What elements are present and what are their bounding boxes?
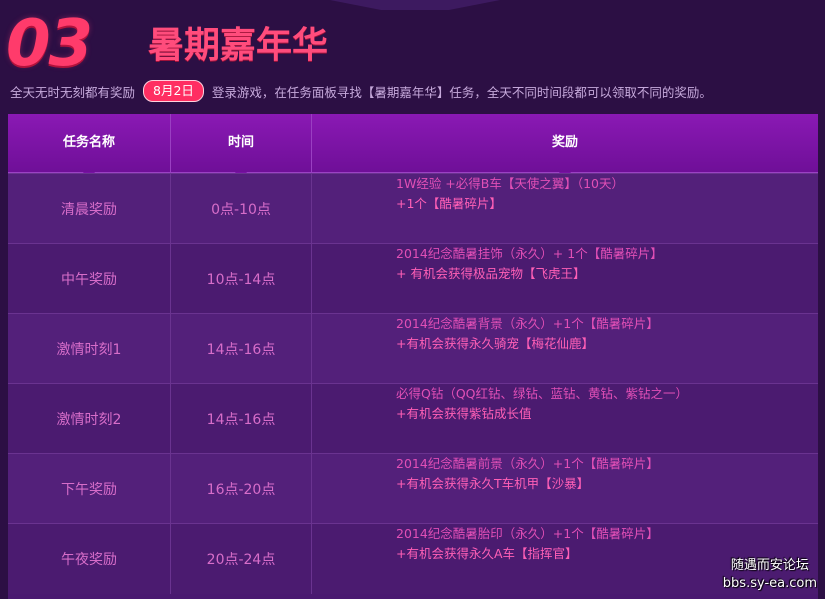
table-row: 中午奖励 10点-14点 2014纪念酷暑挂饰（永久）+ 1个【酷暑碎片】 + …: [8, 243, 818, 314]
task-reward: 必得Q钻（QQ红钻、绿钻、蓝钻、黄钻、紫钻之一） +有机会获得紫钻成长值: [312, 384, 812, 454]
reward-table: 任务名称 时间 奖励 清晨奖励 0点-10点 1W经验 +必得B车【天使之翼】（…: [8, 114, 818, 599]
reward-line: 必得Q钻（QQ红钻、绿钻、蓝钻、黄钻、紫钻之一）: [396, 386, 689, 401]
header-task-name: 任务名称: [8, 114, 171, 181]
task-reward: 1W经验 +必得B车【天使之翼】（10天） +1个【酷暑碎片】: [312, 174, 812, 244]
reward-line: 1W经验 +必得B车【天使之翼】（10天）: [396, 176, 624, 191]
header-time: 时间: [171, 114, 312, 181]
top-notch-decoration: [330, 0, 500, 10]
task-time: 10点-14点: [171, 244, 312, 314]
task-reward: 2014纪念酷暑挂饰（永久）+ 1个【酷暑碎片】 + 有机会获得极品宠物【飞虎王…: [312, 244, 812, 314]
reward-line: 2014纪念酷暑胎印（永久）+1个【酷暑碎片】: [396, 526, 659, 541]
task-reward: 2014纪念酷暑前景（永久）+1个【酷暑碎片】 +有机会获得永久T车机甲【沙暴】: [312, 454, 812, 524]
table-row: 午夜奖励 20点-24点 2014纪念酷暑胎印（永久）+1个【酷暑碎片】 +有机…: [8, 523, 818, 594]
reward-line: 2014纪念酷暑挂饰（永久）+ 1个【酷暑碎片】: [396, 246, 663, 261]
reward-line: +有机会获得永久A车【指挥官】: [396, 546, 578, 561]
task-time: 14点-16点: [171, 384, 312, 454]
watermark-url: bbs.sy-ea.com: [722, 576, 817, 591]
section-title: 暑期嘉年华: [148, 25, 329, 66]
task-name: 激情时刻1: [8, 314, 171, 384]
table-row: 清晨奖励 0点-10点 1W经验 +必得B车【天使之翼】（10天） +1个【酷暑…: [8, 173, 818, 244]
reward-line: 2014纪念酷暑背景（永久）+1个【酷暑碎片】: [396, 316, 659, 331]
task-time: 14点-16点: [171, 314, 312, 384]
reward-line: 2014纪念酷暑前景（永久）+1个【酷暑碎片】: [396, 456, 659, 471]
date-badge: 8月2日: [143, 80, 204, 102]
table-row: 激情时刻2 14点-16点 必得Q钻（QQ红钻、绿钻、蓝钻、黄钻、紫钻之一） +…: [8, 383, 818, 454]
reward-line: +有机会获得永久骑宠【梅花仙鹿】: [396, 336, 594, 351]
reward-line: + 有机会获得极品宠物【飞虎王】: [396, 266, 586, 281]
intro-after: 登录游戏，在任务面板寻找【暑期嘉年华】任务，全天不同时间段都可以领取不同的奖励。: [211, 84, 712, 100]
task-name: 激情时刻2: [8, 384, 171, 454]
task-name: 下午奖励: [8, 454, 171, 524]
section-number: 03: [6, 7, 93, 81]
reward-line: +1个【酷暑碎片】: [396, 196, 502, 211]
table-header: 任务名称 时间 奖励: [8, 114, 818, 181]
intro-before: 全天无时无刻都有奖励: [10, 84, 136, 100]
reward-line: +有机会获得紫钻成长值: [396, 406, 532, 421]
header-reward: 奖励: [312, 114, 818, 181]
task-name: 中午奖励: [8, 244, 171, 314]
task-reward: 2014纪念酷暑背景（永久）+1个【酷暑碎片】 +有机会获得永久骑宠【梅花仙鹿】: [312, 314, 812, 384]
intro-text: 全天无时无刻都有奖励 8月2日 登录游戏，在任务面板寻找【暑期嘉年华】任务，全天…: [10, 80, 712, 102]
task-time: 0点-10点: [171, 174, 312, 244]
reward-line: +有机会获得永久T车机甲【沙暴】: [396, 476, 590, 491]
task-time: 16点-20点: [171, 454, 312, 524]
watermark-name: 随遇而安论坛: [730, 558, 809, 573]
forum-watermark: 随遇而安论坛 bbs.sy-ea.com: [723, 557, 817, 593]
task-name: 午夜奖励: [8, 524, 171, 594]
task-time: 20点-24点: [171, 524, 312, 594]
task-name: 清晨奖励: [8, 174, 171, 244]
table-row: 下午奖励 16点-20点 2014纪念酷暑前景（永久）+1个【酷暑碎片】 +有机…: [8, 453, 818, 524]
table-row: 激情时刻1 14点-16点 2014纪念酷暑背景（永久）+1个【酷暑碎片】 +有…: [8, 313, 818, 384]
